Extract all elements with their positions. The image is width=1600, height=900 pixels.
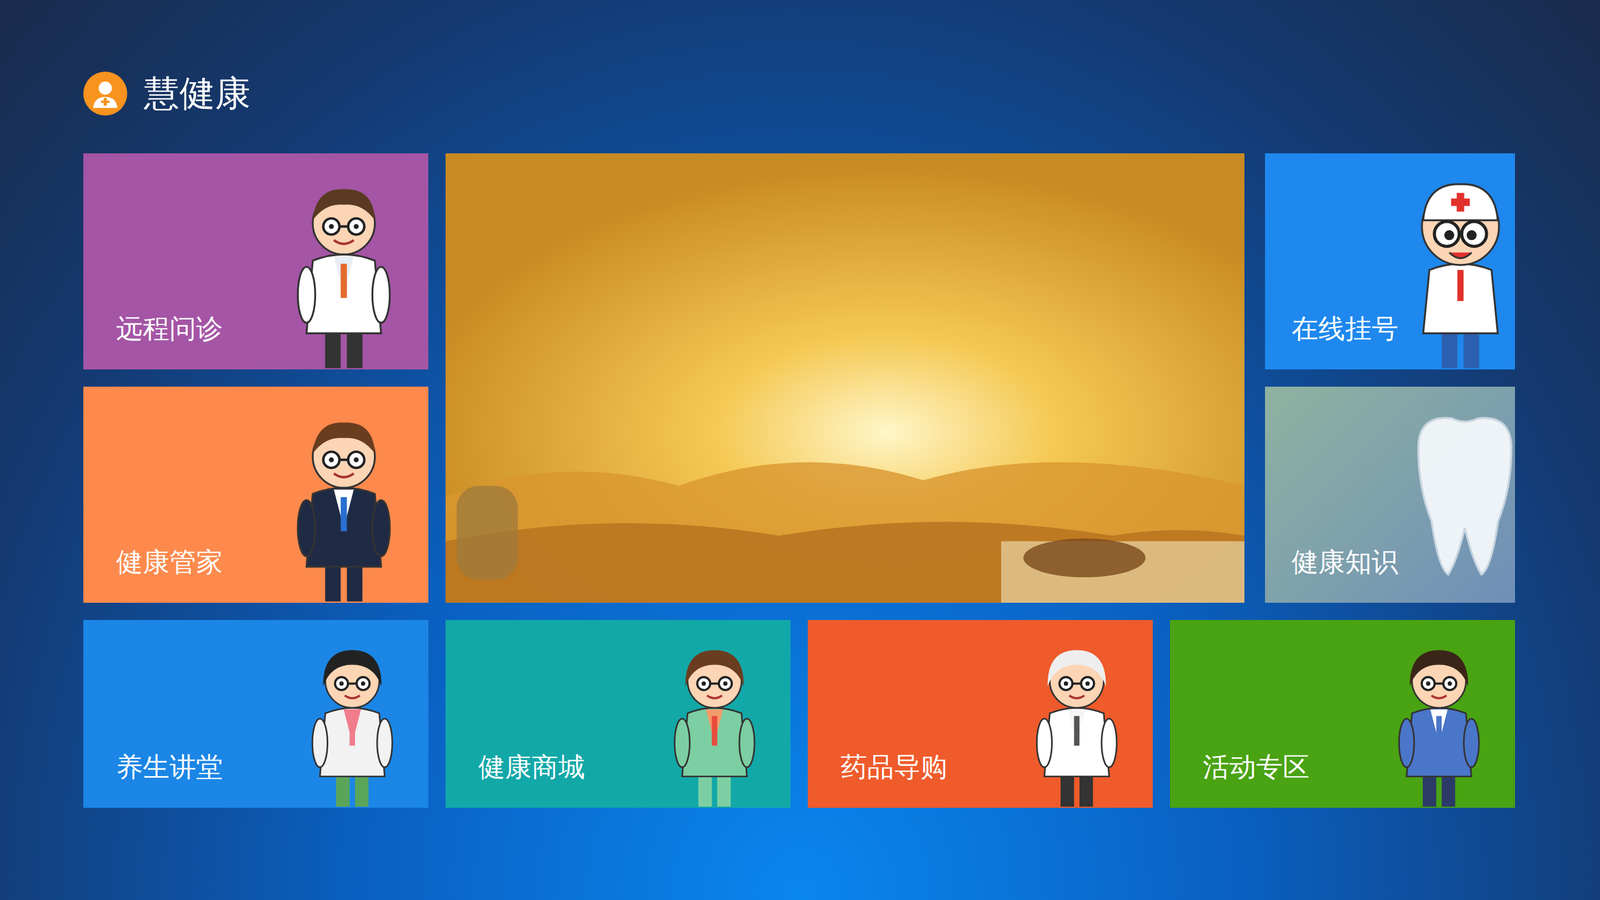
cartoon-person-icon bbox=[281, 170, 407, 370]
doctor-logo-icon bbox=[83, 71, 128, 116]
tile-label: 健康管家 bbox=[116, 546, 223, 603]
bottom-row: 养生讲堂 健康商城 药品导购 活动专区 bbox=[83, 620, 1516, 808]
tile-label: 在线挂号 bbox=[1291, 312, 1399, 370]
tooth-photo-icon bbox=[1398, 408, 1515, 582]
cartoon-person-icon bbox=[1385, 635, 1493, 808]
cartoon-doctor-icon bbox=[1398, 170, 1515, 370]
app-title: 慧健康 bbox=[143, 73, 251, 113]
tile-label: 健康知识 bbox=[1291, 546, 1399, 603]
left-column: 远程问诊健康管家 bbox=[83, 153, 429, 603]
featured-banner[interactable] bbox=[445, 153, 1245, 603]
menu-tile[interactable]: 远程问诊 bbox=[83, 153, 429, 370]
header: 慧健康 bbox=[83, 71, 1516, 116]
screen: 慧健康远程问诊健康管家 在线挂号健康知识养生讲堂 健康商城 药品导购 活动专区 bbox=[0, 0, 1600, 900]
tile-label: 活动专区 bbox=[1202, 751, 1310, 808]
tile-label: 健康商城 bbox=[478, 751, 585, 808]
cartoon-person-icon bbox=[1022, 635, 1131, 808]
top-area: 远程问诊健康管家 在线挂号健康知识 bbox=[83, 153, 1516, 603]
cartoon-person-icon bbox=[281, 403, 407, 603]
menu-tile[interactable]: 活动专区 bbox=[1170, 620, 1515, 808]
menu-tile[interactable]: 健康商城 bbox=[445, 620, 791, 808]
cartoon-person-icon bbox=[298, 635, 407, 808]
menu-tile[interactable]: 在线挂号 bbox=[1265, 153, 1515, 370]
menu-tile[interactable]: 健康管家 bbox=[83, 386, 429, 603]
menu-tile[interactable]: 药品导购 bbox=[807, 620, 1153, 808]
menu-tile[interactable]: 养生讲堂 bbox=[83, 620, 429, 808]
menu-tile[interactable]: 健康知识 bbox=[1265, 386, 1515, 603]
tile-label: 药品导购 bbox=[840, 751, 948, 808]
tile-label: 远程问诊 bbox=[116, 312, 223, 370]
right-column: 在线挂号健康知识 bbox=[1265, 153, 1515, 603]
landscape-photo-icon bbox=[445, 153, 1245, 603]
tile-label: 养生讲堂 bbox=[116, 751, 223, 808]
cartoon-person-icon bbox=[660, 635, 769, 808]
